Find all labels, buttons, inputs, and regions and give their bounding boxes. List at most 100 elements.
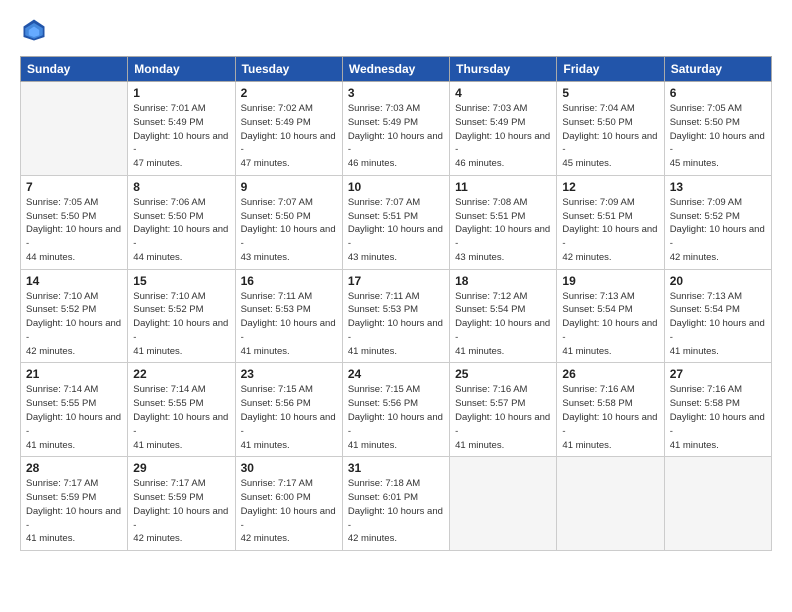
calendar-table: SundayMondayTuesdayWednesdayThursdayFrid… xyxy=(20,56,772,551)
day-number: 6 xyxy=(670,86,766,100)
calendar-cell: 9 Sunrise: 7:07 AMSunset: 5:50 PMDaylight… xyxy=(235,175,342,269)
day-number: 27 xyxy=(670,367,766,381)
day-number: 22 xyxy=(133,367,229,381)
day-number: 29 xyxy=(133,461,229,475)
day-number: 17 xyxy=(348,274,444,288)
day-info: Sunrise: 7:07 AMSunset: 5:50 PMDaylight:… xyxy=(241,196,337,265)
day-number: 16 xyxy=(241,274,337,288)
day-info: Sunrise: 7:16 AMSunset: 5:58 PMDaylight:… xyxy=(670,383,766,452)
calendar-cell xyxy=(557,457,664,551)
calendar-cell: 14 Sunrise: 7:10 AMSunset: 5:52 PMDayligh… xyxy=(21,269,128,363)
day-info: Sunrise: 7:09 AMSunset: 5:51 PMDaylight:… xyxy=(562,196,658,265)
calendar-cell: 1 Sunrise: 7:01 AMSunset: 5:49 PMDaylight… xyxy=(128,82,235,176)
calendar-cell xyxy=(664,457,771,551)
day-number: 4 xyxy=(455,86,551,100)
calendar-cell: 19Sunrise: 7:13 AMSunset: 5:54 PMDayligh… xyxy=(557,269,664,363)
day-number: 7 xyxy=(26,180,122,194)
day-number: 15 xyxy=(133,274,229,288)
day-number: 30 xyxy=(241,461,337,475)
day-number: 18 xyxy=(455,274,551,288)
calendar-cell: 15 Sunrise: 7:10 AMSunset: 5:52 PMDayligh… xyxy=(128,269,235,363)
calendar-cell: 21Sunrise: 7:14 AMSunset: 5:55 PMDayligh… xyxy=(21,363,128,457)
day-number: 11 xyxy=(455,180,551,194)
day-info: Sunrise: 7:02 AMSunset: 5:49 PMDaylight:… xyxy=(241,102,337,171)
day-info: Sunrise: 7:11 AMSunset: 5:53 PMDaylight:… xyxy=(241,290,337,359)
calendar-cell: 11 Sunrise: 7:08 AMSunset: 5:51 PMDayligh… xyxy=(450,175,557,269)
day-number: 14 xyxy=(26,274,122,288)
day-info: Sunrise: 7:08 AMSunset: 5:51 PMDaylight:… xyxy=(455,196,551,265)
day-number: 10 xyxy=(348,180,444,194)
day-number: 25 xyxy=(455,367,551,381)
calendar-cell: 22 Sunrise: 7:14 AMSunset: 5:55 PMDayligh… xyxy=(128,363,235,457)
calendar-cell: 24 Sunrise: 7:15 AMSunset: 5:56 PMDayligh… xyxy=(342,363,449,457)
day-number: 5 xyxy=(562,86,658,100)
day-info: Sunrise: 7:10 AMSunset: 5:52 PMDaylight:… xyxy=(26,290,122,359)
weekday-header-thursday: Thursday xyxy=(450,57,557,82)
logo xyxy=(20,16,52,44)
page: SundayMondayTuesdayWednesdayThursdayFrid… xyxy=(0,0,792,612)
calendar-cell: 27 Sunrise: 7:16 AMSunset: 5:58 PMDayligh… xyxy=(664,363,771,457)
day-info: Sunrise: 7:16 AMSunset: 5:58 PMDaylight:… xyxy=(562,383,658,452)
calendar-cell: 10 Sunrise: 7:07 AMSunset: 5:51 PMDayligh… xyxy=(342,175,449,269)
day-info: Sunrise: 7:05 AMSunset: 5:50 PMDaylight:… xyxy=(670,102,766,171)
calendar-cell: 2Sunrise: 7:02 AMSunset: 5:49 PMDaylight… xyxy=(235,82,342,176)
day-number: 26 xyxy=(562,367,658,381)
day-number: 24 xyxy=(348,367,444,381)
calendar-cell: 7 Sunrise: 7:05 AMSunset: 5:50 PMDaylight… xyxy=(21,175,128,269)
day-number: 13 xyxy=(670,180,766,194)
calendar-cell: 6 Sunrise: 7:05 AMSunset: 5:50 PMDaylight… xyxy=(664,82,771,176)
calendar-cell: 12 Sunrise: 7:09 AMSunset: 5:51 PMDayligh… xyxy=(557,175,664,269)
day-info: Sunrise: 7:14 AMSunset: 5:55 PMDaylight:… xyxy=(133,383,229,452)
weekday-header-friday: Friday xyxy=(557,57,664,82)
header xyxy=(20,16,772,44)
day-number: 12 xyxy=(562,180,658,194)
weekday-header-monday: Monday xyxy=(128,57,235,82)
day-info: Sunrise: 7:07 AMSunset: 5:51 PMDaylight:… xyxy=(348,196,444,265)
day-info: Sunrise: 7:15 AMSunset: 5:56 PMDaylight:… xyxy=(348,383,444,452)
week-row-5: 28 Sunrise: 7:17 AMSunset: 5:59 PMDayligh… xyxy=(21,457,772,551)
weekday-header-tuesday: Tuesday xyxy=(235,57,342,82)
week-row-4: 21Sunrise: 7:14 AMSunset: 5:55 PMDayligh… xyxy=(21,363,772,457)
calendar-cell: 31 Sunrise: 7:18 AMSunset: 6:01 PMDayligh… xyxy=(342,457,449,551)
calendar-cell: 8 Sunrise: 7:06 AMSunset: 5:50 PMDaylight… xyxy=(128,175,235,269)
calendar-cell: 26 Sunrise: 7:16 AMSunset: 5:58 PMDayligh… xyxy=(557,363,664,457)
day-info: Sunrise: 7:12 AMSunset: 5:54 PMDaylight:… xyxy=(455,290,551,359)
day-info: Sunrise: 7:17 AMSunset: 5:59 PMDaylight:… xyxy=(133,477,229,546)
day-number: 20 xyxy=(670,274,766,288)
calendar-cell xyxy=(450,457,557,551)
day-number: 1 xyxy=(133,86,229,100)
day-info: Sunrise: 7:01 AMSunset: 5:49 PMDaylight:… xyxy=(133,102,229,171)
day-info: Sunrise: 7:09 AMSunset: 5:52 PMDaylight:… xyxy=(670,196,766,265)
calendar-cell: 29 Sunrise: 7:17 AMSunset: 5:59 PMDayligh… xyxy=(128,457,235,551)
calendar-cell: 16 Sunrise: 7:11 AMSunset: 5:53 PMDayligh… xyxy=(235,269,342,363)
calendar-cell: 25 Sunrise: 7:16 AMSunset: 5:57 PMDayligh… xyxy=(450,363,557,457)
calendar-cell: 23Sunrise: 7:15 AMSunset: 5:56 PMDayligh… xyxy=(235,363,342,457)
day-number: 31 xyxy=(348,461,444,475)
day-number: 28 xyxy=(26,461,122,475)
day-number: 3 xyxy=(348,86,444,100)
calendar-cell: 28 Sunrise: 7:17 AMSunset: 5:59 PMDayligh… xyxy=(21,457,128,551)
calendar-cell: 13 Sunrise: 7:09 AMSunset: 5:52 PMDayligh… xyxy=(664,175,771,269)
day-info: Sunrise: 7:04 AMSunset: 5:50 PMDaylight:… xyxy=(562,102,658,171)
day-info: Sunrise: 7:14 AMSunset: 5:55 PMDaylight:… xyxy=(26,383,122,452)
day-info: Sunrise: 7:03 AMSunset: 5:49 PMDaylight:… xyxy=(348,102,444,171)
logo-icon xyxy=(20,16,48,44)
day-info: Sunrise: 7:17 AMSunset: 6:00 PMDaylight:… xyxy=(241,477,337,546)
weekday-header-saturday: Saturday xyxy=(664,57,771,82)
weekday-header-wednesday: Wednesday xyxy=(342,57,449,82)
calendar-cell: 5 Sunrise: 7:04 AMSunset: 5:50 PMDaylight… xyxy=(557,82,664,176)
day-info: Sunrise: 7:18 AMSunset: 6:01 PMDaylight:… xyxy=(348,477,444,546)
day-number: 8 xyxy=(133,180,229,194)
day-info: Sunrise: 7:05 AMSunset: 5:50 PMDaylight:… xyxy=(26,196,122,265)
day-info: Sunrise: 7:06 AMSunset: 5:50 PMDaylight:… xyxy=(133,196,229,265)
calendar-cell: 4Sunrise: 7:03 AMSunset: 5:49 PMDaylight… xyxy=(450,82,557,176)
day-info: Sunrise: 7:16 AMSunset: 5:57 PMDaylight:… xyxy=(455,383,551,452)
day-info: Sunrise: 7:17 AMSunset: 5:59 PMDaylight:… xyxy=(26,477,122,546)
day-info: Sunrise: 7:11 AMSunset: 5:53 PMDaylight:… xyxy=(348,290,444,359)
calendar-cell: 3 Sunrise: 7:03 AMSunset: 5:49 PMDaylight… xyxy=(342,82,449,176)
day-info: Sunrise: 7:13 AMSunset: 5:54 PMDaylight:… xyxy=(670,290,766,359)
day-info: Sunrise: 7:10 AMSunset: 5:52 PMDaylight:… xyxy=(133,290,229,359)
day-info: Sunrise: 7:15 AMSunset: 5:56 PMDaylight:… xyxy=(241,383,337,452)
day-number: 9 xyxy=(241,180,337,194)
calendar-cell: 18 Sunrise: 7:12 AMSunset: 5:54 PMDayligh… xyxy=(450,269,557,363)
